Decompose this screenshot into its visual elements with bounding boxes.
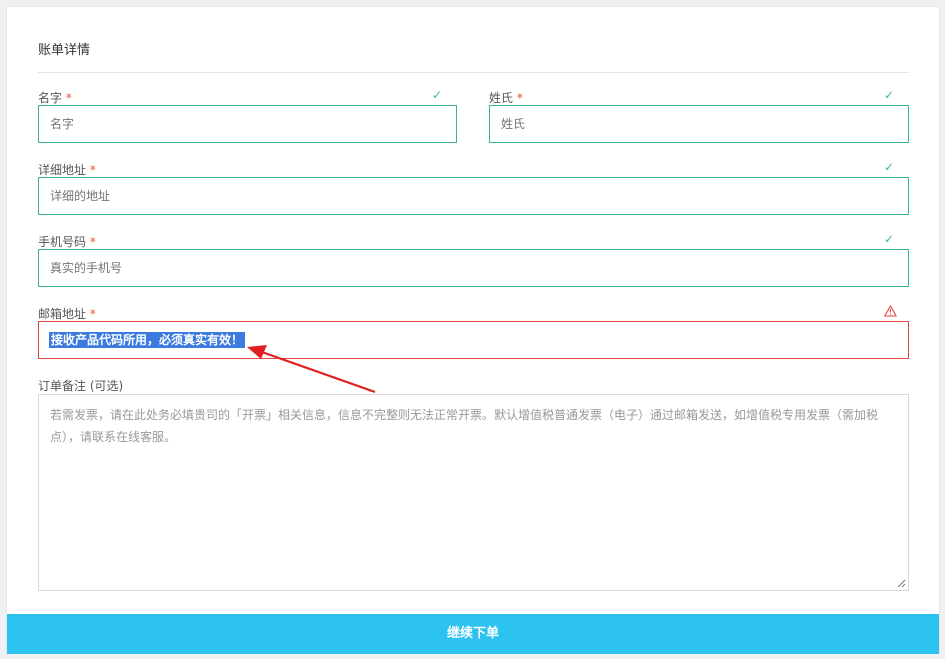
form-title: 账单详情 <box>38 43 91 58</box>
resize-handle-icon[interactable] <box>896 578 906 588</box>
address-label: 详细地址 * <box>38 161 96 178</box>
address-input[interactable] <box>38 177 909 215</box>
first-name-label: 名字 * <box>38 89 72 106</box>
phone-label: 手机号码 * <box>38 233 96 250</box>
title-divider <box>38 72 909 73</box>
email-input[interactable]: 接收产品代码所用，必须真实有效！ <box>38 321 909 359</box>
last-name-label: 姓氏 * <box>489 89 523 106</box>
required-marker: * <box>89 163 96 177</box>
check-icon: ✓ <box>432 88 443 102</box>
last-name-input[interactable] <box>489 105 909 143</box>
required-marker: * <box>89 235 96 249</box>
required-marker: * <box>516 91 523 105</box>
email-selected-text: 接收产品代码所用，必须真实有效！ <box>49 332 246 348</box>
last-name-label-text: 姓氏 <box>489 91 514 105</box>
address-label-text: 详细地址 <box>38 163 87 177</box>
first-name-label-text: 名字 <box>38 91 63 105</box>
email-label-text: 邮箱地址 <box>38 307 87 321</box>
notes-label: 订单备注 (可选) <box>38 379 124 393</box>
order-notes-textarea[interactable]: 若需发票，请在此处务必填贵司的「开票」相关信息，信息不完整则无法正常开票。默认增… <box>38 394 909 591</box>
warning-triangle-icon <box>884 305 897 317</box>
required-marker: * <box>65 91 72 105</box>
phone-input[interactable] <box>38 249 909 287</box>
email-label: 邮箱地址 * <box>38 305 96 322</box>
check-icon: ✓ <box>884 160 895 174</box>
first-name-input[interactable] <box>38 105 457 143</box>
check-icon: ✓ <box>884 88 895 102</box>
check-icon: ✓ <box>884 232 895 246</box>
annotation-arrow <box>247 345 376 394</box>
required-marker: * <box>89 307 96 321</box>
phone-label-text: 手机号码 <box>38 235 87 249</box>
billing-form-card: 账单详情 名字 * ✓ 姓氏 * ✓ 详细地址 * ✓ 手机号码 * ✓ 邮箱地… <box>6 6 940 654</box>
order-notes-placeholder: 若需发票，请在此处务必填贵司的「开票」相关信息，信息不完整则无法正常开票。默认增… <box>50 408 879 444</box>
continue-order-button[interactable]: 继续下单 <box>7 614 939 654</box>
